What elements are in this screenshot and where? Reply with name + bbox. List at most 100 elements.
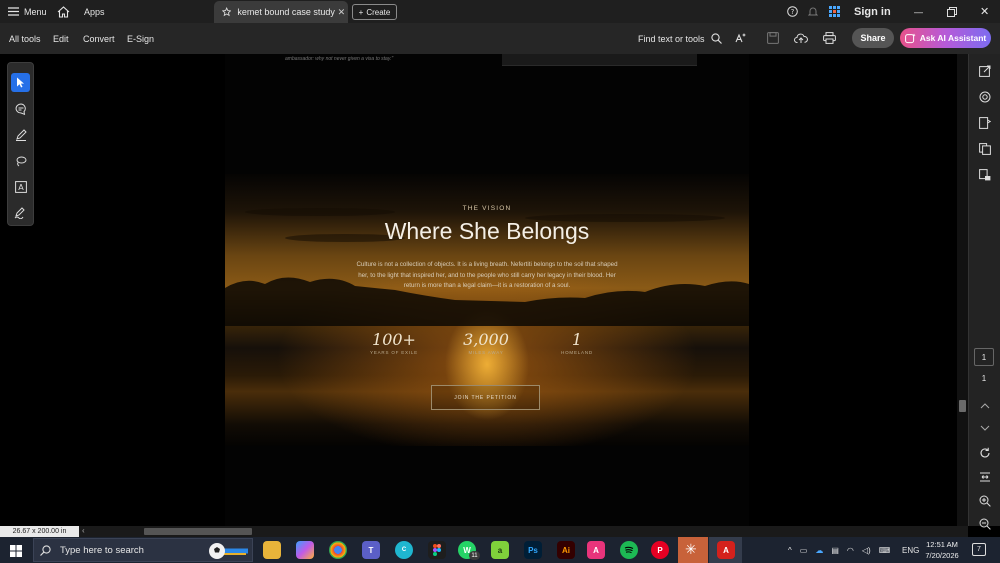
menu-all-tools[interactable]: All tools <box>9 23 41 54</box>
onedrive-icon[interactable]: ☁ <box>815 546 823 555</box>
select-tool[interactable] <box>11 73 30 92</box>
stamp-button[interactable] <box>977 89 993 105</box>
stat-years-of-exile: 100+ YEARS OF EXILE <box>349 330 439 355</box>
close-icon: ✕ <box>980 6 990 18</box>
teams-icon[interactable]: T <box>362 541 380 559</box>
vertical-scrollbar[interactable] <box>957 54 968 526</box>
illustrator-icon[interactable]: Ai <box>557 541 575 559</box>
help-button[interactable]: ? <box>787 0 798 23</box>
chevron-up-icon[interactable]: ^ <box>788 546 792 555</box>
start-button[interactable] <box>10 544 22 562</box>
menu-e-sign[interactable]: E-Sign <box>127 23 154 54</box>
copilot-icon[interactable] <box>296 541 314 559</box>
device-icon[interactable]: ▭ <box>800 546 808 555</box>
scroll-left-arrow[interactable]: ‹ <box>82 526 85 535</box>
search-icon <box>40 544 51 556</box>
text-box-tool[interactable]: A <box>11 177 30 196</box>
svg-text:A: A <box>18 183 24 192</box>
find-tools-button[interactable]: Find text or tools <box>638 23 722 54</box>
protect-button[interactable] <box>977 167 993 183</box>
notification-center-button[interactable]: 7 <box>972 543 986 556</box>
section-body: Culture is not a collection of objects. … <box>356 261 618 290</box>
acrobat-app-active[interactable]: A <box>709 537 742 563</box>
menu-edit[interactable]: Edit <box>53 23 69 54</box>
title-bar: Menu Apps kemet bound case study ✕ + Cre… <box>0 0 1000 23</box>
claude-app-active[interactable]: ✳ <box>678 537 708 563</box>
next-page-button[interactable] <box>977 420 993 436</box>
home-button[interactable] <box>57 0 70 23</box>
svg-text:?: ? <box>791 8 795 16</box>
current-page-field[interactable]: 1 <box>974 348 994 366</box>
zoom-in-button[interactable] <box>977 493 993 509</box>
printer-icon <box>822 32 836 44</box>
network-icon[interactable]: ▤ <box>831 546 839 555</box>
ai-assistant-label: Ask AI Assistant <box>919 33 987 43</box>
plus-icon: + <box>358 7 364 17</box>
system-clock[interactable]: 12:51 AM 7/20/2026 <box>920 539 964 561</box>
bookmarks-button[interactable] <box>977 115 993 131</box>
language-indicator[interactable]: ENG <box>902 537 919 563</box>
ai-tools-button[interactable] <box>731 29 749 47</box>
restore-icon <box>947 6 957 17</box>
wifi-icon[interactable]: ◠ <box>847 546 854 555</box>
print-button[interactable] <box>820 29 838 47</box>
total-pages: 1 <box>981 374 987 383</box>
notifications-button[interactable] <box>808 0 818 23</box>
sparkle-tools-icon <box>735 33 746 43</box>
figma-icon[interactable] <box>428 541 446 559</box>
taskbar-search-box[interactable]: Type here to search <box>33 538 253 562</box>
adobe-express-icon[interactable]: A <box>587 541 605 559</box>
join-petition-button[interactable]: JOIN THE PETITION <box>431 385 540 410</box>
file-explorer-icon[interactable] <box>263 541 281 559</box>
whatsapp-badge: 11 <box>469 551 480 560</box>
photoshop-icon[interactable]: Ps <box>524 541 542 559</box>
chrome-icon[interactable] <box>329 541 347 559</box>
page-thumbnails-button[interactable] <box>977 141 993 157</box>
export-pdf-button[interactable] <box>977 63 993 79</box>
volume-icon[interactable]: ◁) <box>862 546 871 555</box>
apps-button[interactable]: Apps <box>84 0 105 23</box>
app-grid-button[interactable] <box>829 0 840 23</box>
tab-document[interactable]: kemet bound case study ✕ <box>214 1 348 23</box>
menu-convert[interactable]: Convert <box>83 23 115 54</box>
vertical-scroll-thumb[interactable] <box>959 400 966 412</box>
previous-card <box>502 54 697 66</box>
ai-assistant-button[interactable]: Ask AI Assistant <box>900 28 991 48</box>
keyboard-icon[interactable]: ⌨ <box>879 546 891 555</box>
sign-tool[interactable] <box>11 203 30 222</box>
document-viewport[interactable]: ambassador: why not never given a visa t… <box>0 54 968 526</box>
android-studio-icon[interactable]: a <box>491 541 509 559</box>
horizontal-scroll-thumb[interactable] <box>144 528 252 535</box>
hamburger-icon <box>8 7 19 16</box>
close-tab-icon[interactable]: ✕ <box>335 7 348 18</box>
draw-tool[interactable] <box>11 125 30 144</box>
previous-page-button[interactable] <box>977 398 993 414</box>
lasso-tool[interactable] <box>11 151 30 170</box>
share-button[interactable]: Share <box>852 28 894 48</box>
soccer-ball-icon[interactable] <box>208 542 248 563</box>
minimize-button[interactable]: — <box>914 0 923 23</box>
pinterest-icon[interactable]: P <box>651 541 669 559</box>
fit-page-button[interactable] <box>977 469 993 485</box>
page-size-label: 26.67 x 200.00 in <box>0 526 79 537</box>
right-side-rail: 1 1 <box>968 54 1000 530</box>
create-button[interactable]: + Create <box>352 4 397 20</box>
star-icon[interactable] <box>222 7 232 17</box>
save-button[interactable] <box>764 29 782 47</box>
text-box-icon: A <box>14 180 27 193</box>
sign-in-button[interactable]: Sign in <box>854 0 891 23</box>
rotate-button[interactable] <box>977 445 993 461</box>
chevron-up-icon <box>980 403 990 409</box>
restore-button[interactable] <box>947 0 957 23</box>
stat-label: YEARS OF EXILE <box>370 350 418 355</box>
comment-icon <box>15 102 26 115</box>
close-window-button[interactable]: ✕ <box>980 0 989 23</box>
spotify-icon[interactable] <box>620 541 638 559</box>
stat-label: HOMELAND <box>561 350 593 355</box>
zoom-out-button[interactable] <box>977 516 993 532</box>
bookmark-icon <box>979 117 991 129</box>
comment-tool[interactable] <box>11 99 30 118</box>
upload-button[interactable] <box>792 29 810 47</box>
canva-icon[interactable]: C <box>395 541 413 559</box>
menu-button[interactable]: Menu <box>8 0 47 23</box>
